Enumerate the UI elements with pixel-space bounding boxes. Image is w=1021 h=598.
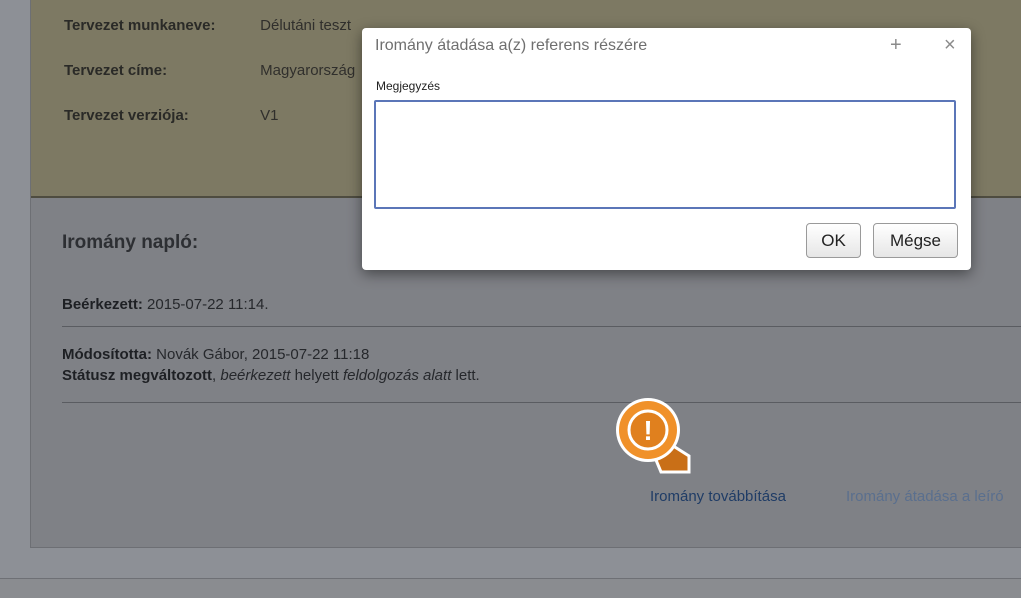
comment-input[interactable] [374,100,956,209]
log-title: Iromány napló: [62,232,199,253]
working-title-value: Délutáni teszt [260,17,352,34]
title-value: Magyarország [260,62,356,79]
ok-button[interactable]: OK [806,223,861,258]
log-divider [62,402,1021,403]
status-changed-label: Státusz megváltozott [62,367,213,384]
handover-link[interactable]: Iromány átadása a leíró [846,488,1004,505]
forward-link[interactable]: Iromány továbbítása [650,488,786,505]
status-comma: , [212,367,217,384]
log-entry-modified: Módosította: Novák Gábor, 2015-07-22 11:… [62,344,480,386]
info-row-title: Tervezet címe: Magyarország [64,62,355,79]
version-label: Tervezet verziója: [64,107,189,124]
status-line: Státusz megváltozott, beérkezett helyett… [62,365,480,386]
modified-label: Módosította: [62,346,152,363]
status-to: feldolgozás alatt [342,367,452,384]
received-label: Beérkezett: [62,296,143,313]
modified-line: Módosította: Novák Gábor, 2015-07-22 11:… [62,344,480,365]
alert-symbol: ! [643,415,652,446]
status-end: lett. [455,367,480,384]
working-title-label: Tervezet munkaneve: [64,17,216,34]
comment-label: Megjegyzés [376,79,441,93]
log-divider [62,326,1021,327]
modified-value: Novák Gábor, 2015-07-22 11:18 [156,346,370,363]
status-instead: helyett [294,367,339,384]
log-entry-received: Beérkezett: 2015-07-22 11:14. [62,294,269,315]
dialog-title: Iromány átadása a(z) referens részére [375,37,648,54]
cancel-button[interactable]: Mégse [873,223,958,258]
received-value: 2015-07-22 11:14. [147,296,269,313]
alert-icon: ! [611,396,699,476]
maximize-icon[interactable]: + [890,34,902,57]
status-from: beérkezett [220,367,291,384]
handover-dialog: Iromány átadása a(z) referens részére + … [362,28,971,270]
version-value: V1 [260,107,279,124]
close-icon[interactable]: × [944,34,956,57]
info-row-version: Tervezet verziója: V1 [64,107,279,124]
title-label: Tervezet címe: [64,62,168,79]
bottom-bar [0,578,1021,598]
info-row-working-title: Tervezet munkaneve: Délutáni teszt [64,17,351,34]
